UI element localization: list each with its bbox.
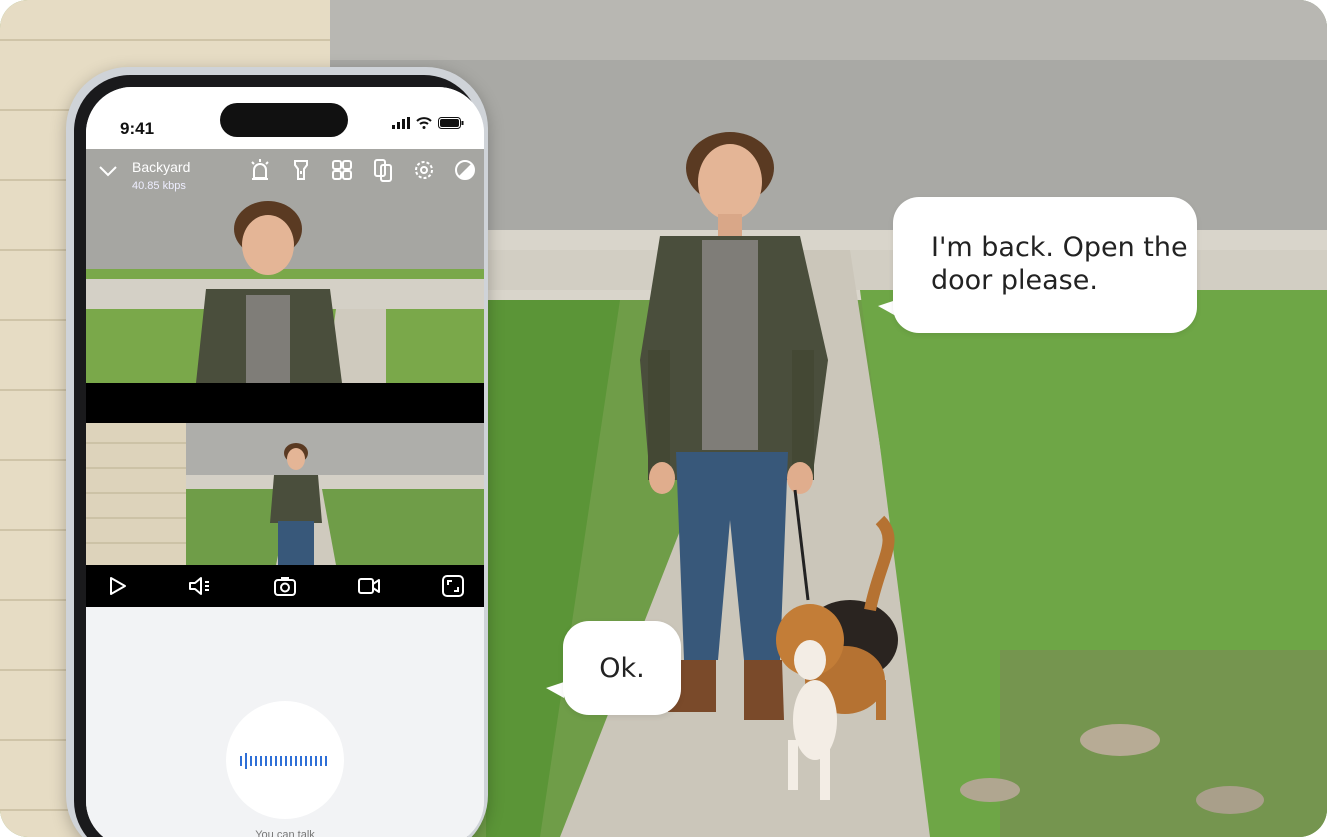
alarm-icon[interactable] [247, 157, 273, 183]
settings-icon[interactable] [411, 157, 437, 183]
phone-frame: 9:41 Backyard 40.85 kbps You can talk [66, 67, 488, 837]
cellular-signal-icon [392, 117, 410, 129]
phone-bezel: 9:41 Backyard 40.85 kbps You can talk [74, 75, 484, 837]
camera-name[interactable]: Backyard [132, 159, 190, 175]
voice-waveform-icon [240, 753, 327, 769]
hero-stage: I'm back. Open the door please. Ok. 9:41 [0, 0, 1327, 837]
speaker-icon[interactable] [186, 573, 212, 599]
reply-tail [546, 682, 564, 698]
flashlight-icon[interactable] [288, 157, 314, 183]
snapshot-icon[interactable] [272, 573, 298, 599]
grid-icon[interactable] [329, 157, 355, 183]
wifi-icon [416, 117, 432, 129]
person-speech-bubble: I'm back. Open the door please. [893, 197, 1197, 333]
talk-button[interactable] [226, 701, 344, 819]
battery-icon [438, 117, 464, 129]
record-video-icon[interactable] [356, 573, 382, 599]
reply-speech-bubble: Ok. [563, 621, 681, 715]
dynamic-island [220, 103, 348, 137]
status-icons [392, 117, 464, 129]
camera-toolbar [247, 157, 478, 183]
camera-feed-secondary[interactable] [86, 423, 484, 565]
camera-header: Backyard 40.85 kbps [86, 149, 484, 201]
status-time: 9:41 [120, 119, 155, 138]
phone-screen: 9:41 Backyard 40.85 kbps You can talk [86, 87, 484, 837]
talk-status-label: You can talk [255, 829, 315, 837]
status-bar: 9:41 [86, 87, 484, 149]
phone-swap-icon[interactable] [370, 157, 396, 183]
feed-divider [86, 383, 484, 423]
play-icon[interactable] [104, 573, 130, 599]
camera-bitrate: 40.85 kbps [132, 180, 186, 192]
contrast-icon[interactable] [452, 157, 478, 183]
talk-panel: You can talk [86, 607, 484, 837]
fullscreen-icon[interactable] [440, 573, 466, 599]
chevron-down-icon[interactable] [98, 165, 118, 177]
playback-controls [86, 565, 484, 607]
